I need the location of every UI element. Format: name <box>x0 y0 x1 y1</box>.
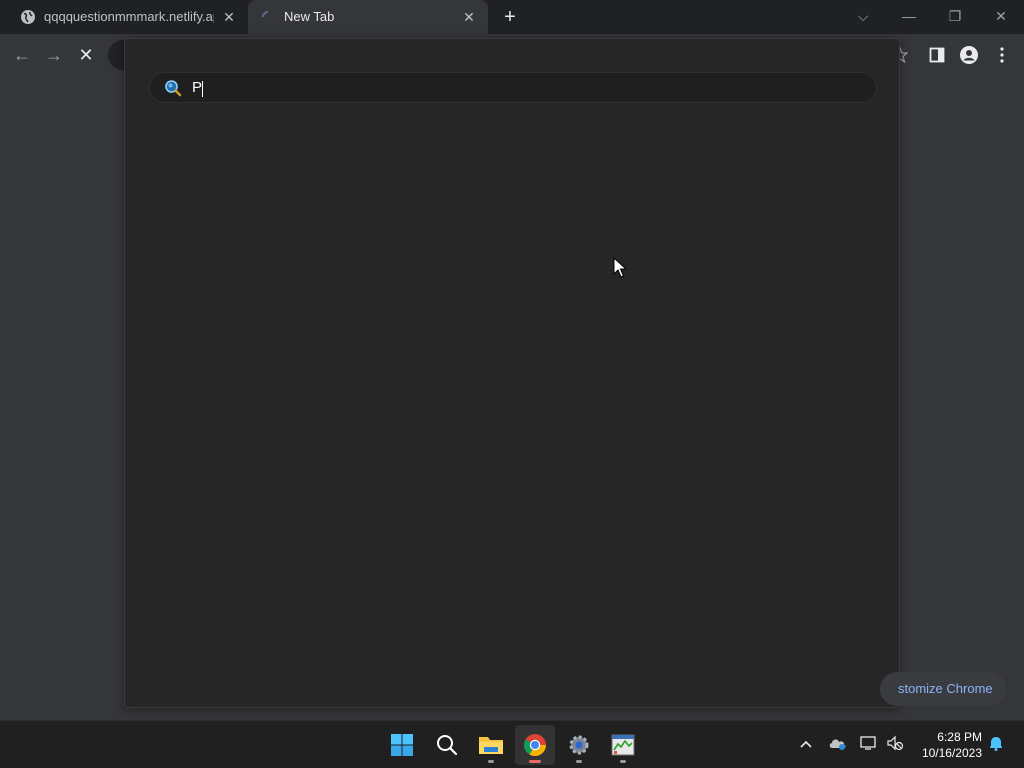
profile-icon[interactable] <box>957 43 981 67</box>
clock-date: 10/16/2023 <box>921 746 982 760</box>
chevron-up-icon <box>800 740 812 748</box>
tab-close-button[interactable]: ✕ <box>460 8 478 26</box>
loading-spinner-icon <box>262 11 269 18</box>
tab-label: New Tab <box>284 9 335 24</box>
search-input[interactable] <box>192 77 852 99</box>
onedrive-icon[interactable] <box>828 733 848 753</box>
show-hidden-icons-button[interactable] <box>796 733 816 753</box>
chrome-icon <box>524 734 546 756</box>
customize-chrome-button[interactable]: stomize Chrome <box>880 672 1006 706</box>
start-button[interactable] <box>382 725 422 765</box>
network-icon[interactable] <box>859 733 879 753</box>
windows-logo-icon <box>391 734 413 756</box>
search-icon <box>437 735 458 756</box>
clock-time: 6:28 PM <box>937 730 982 744</box>
globe-icon <box>21 10 35 24</box>
volume-muted-icon[interactable] <box>885 733 905 753</box>
gear-icon <box>569 735 589 755</box>
notification-bell-icon[interactable] <box>986 733 1006 753</box>
search-icon <box>165 80 182 97</box>
running-indicator <box>488 760 494 763</box>
folder-icon <box>479 737 503 754</box>
mouse-cursor-icon <box>613 257 627 278</box>
tab-new-tab[interactable]: New Tab ✕ <box>248 0 488 34</box>
back-button[interactable]: ← <box>10 43 34 67</box>
new-tab-button[interactable]: + <box>498 5 522 29</box>
search-box[interactable] <box>149 72 877 103</box>
running-indicator <box>620 760 626 763</box>
active-indicator <box>529 760 541 763</box>
stop-loading-button[interactable]: ✕ <box>74 43 98 67</box>
task-manager-button[interactable] <box>603 725 643 765</box>
restore-button[interactable]: ❐ <box>941 4 969 28</box>
text-caret <box>202 81 203 97</box>
taskbar-search-button[interactable] <box>427 725 467 765</box>
windows-taskbar: 6:28 PM 10/16/2023 <box>0 720 1024 768</box>
task-manager-icon <box>611 734 635 756</box>
settings-taskbar-button[interactable] <box>559 725 599 765</box>
system-clock[interactable]: 6:28 PM 10/16/2023 <box>916 729 982 761</box>
close-window-button[interactable]: ✕ <box>987 4 1015 28</box>
tab-search-button[interactable]: ⌵ <box>849 4 877 28</box>
menu-icon[interactable] <box>990 43 1014 67</box>
search-popup <box>124 38 900 708</box>
running-indicator <box>576 760 582 763</box>
tab-strip: qqqquestionmmmark.netlify.app ✕ New Tab … <box>0 0 1024 34</box>
tab-close-button[interactable]: ✕ <box>220 8 238 26</box>
tab-netlify[interactable]: qqqquestionmmmark.netlify.app ✕ <box>8 0 248 34</box>
file-explorer-button[interactable] <box>471 725 511 765</box>
tab-label: qqqquestionmmmark.netlify.app <box>44 9 214 24</box>
forward-button[interactable]: → <box>42 43 66 67</box>
side-panel-icon[interactable] <box>925 43 949 67</box>
chrome-taskbar-button[interactable] <box>515 725 555 765</box>
minimize-button[interactable]: — <box>895 4 923 28</box>
